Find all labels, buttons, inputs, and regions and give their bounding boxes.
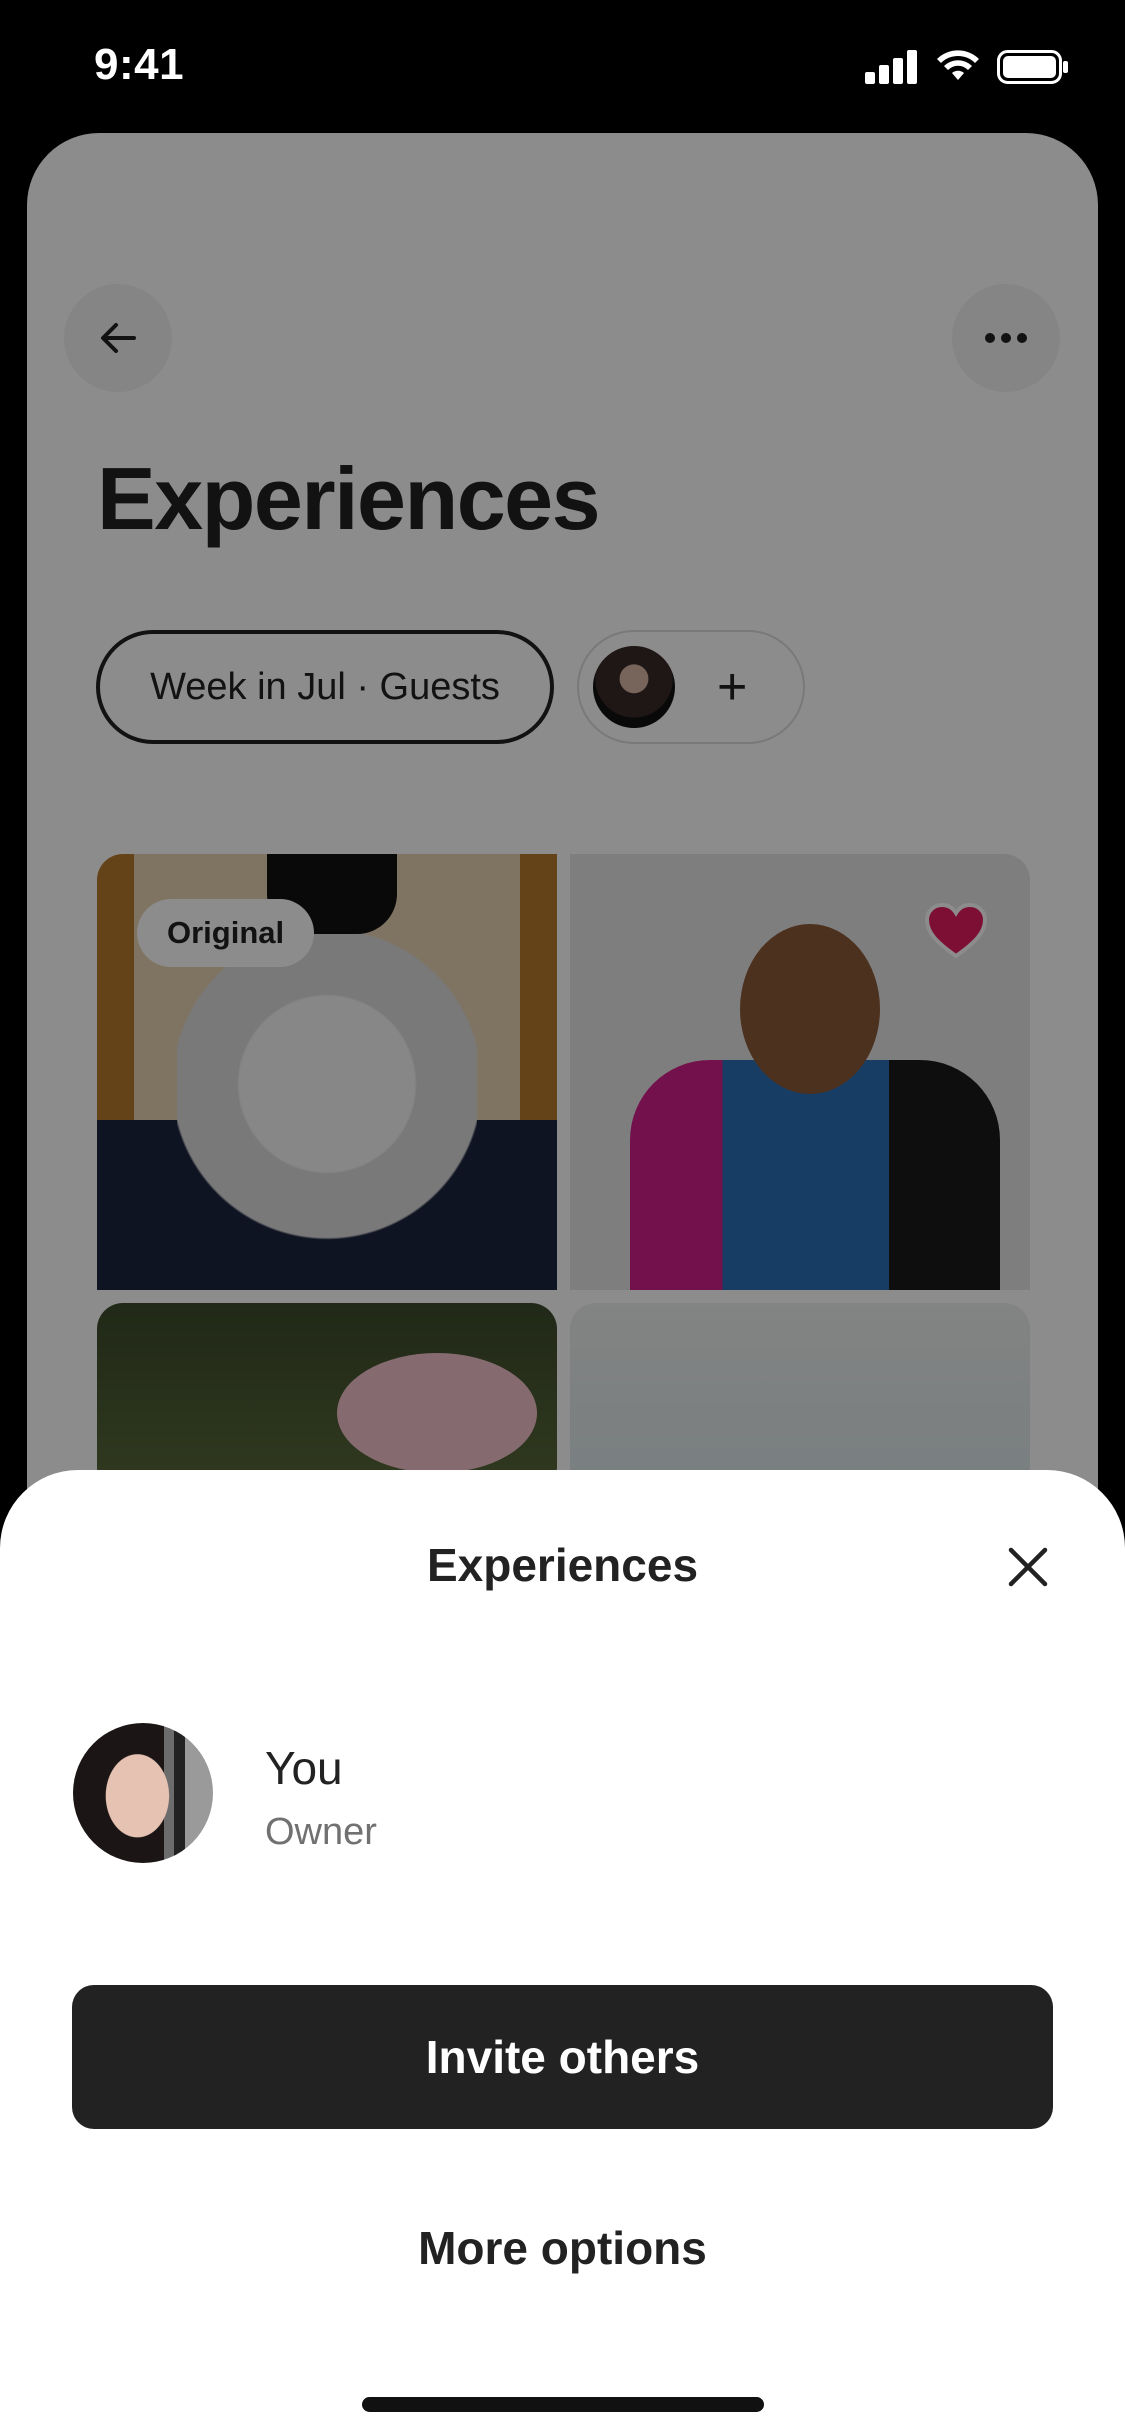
status-icons bbox=[865, 50, 1069, 84]
avatar bbox=[73, 1723, 213, 1863]
share-sheet: Experiences You Owner Invite others More… bbox=[0, 1470, 1125, 2436]
home-indicator bbox=[362, 2397, 764, 2412]
invite-others-button[interactable]: Invite others bbox=[72, 1985, 1053, 2129]
status-bar: 9:41 bbox=[0, 0, 1125, 132]
member-name: You bbox=[265, 1742, 343, 1794]
member-row: You Owner bbox=[73, 1723, 1053, 1863]
member-role: Owner bbox=[265, 1811, 377, 1853]
close-icon[interactable] bbox=[1003, 1542, 1053, 1592]
cellular-signal-icon bbox=[865, 50, 917, 84]
screen: 9:41 Experiences Week in Jul · Guests + … bbox=[0, 0, 1125, 2436]
sheet-title: Experiences bbox=[426, 1539, 699, 1591]
wifi-icon bbox=[937, 50, 979, 80]
status-time: 9:41 bbox=[94, 40, 185, 89]
battery-icon bbox=[997, 50, 1068, 84]
more-options-button[interactable]: More options bbox=[0, 2210, 1125, 2286]
